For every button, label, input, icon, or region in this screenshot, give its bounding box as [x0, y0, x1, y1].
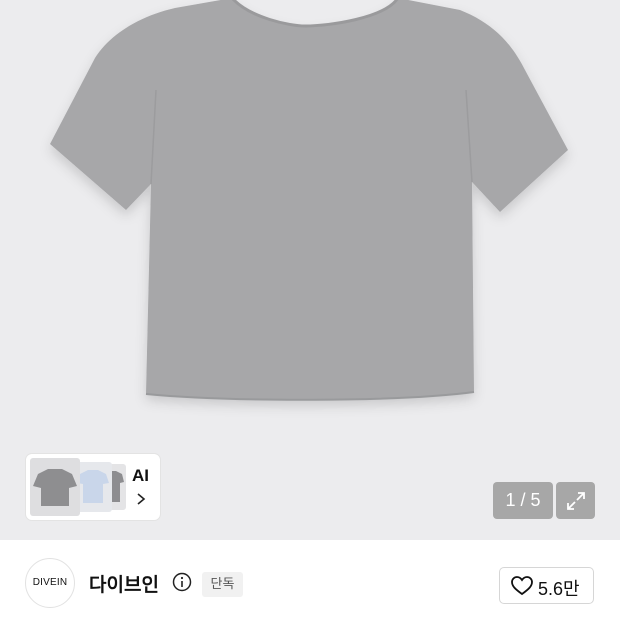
brand-logo[interactable]: DIVEIN [25, 558, 75, 608]
product-detail-screen: AI 1 / 5 DIVEIN 다이브인 단독 5.6만 [0, 0, 620, 620]
exclusive-badge: 단독 [202, 572, 243, 597]
expand-arrows-icon [567, 492, 585, 510]
like-count: 5.6만 [538, 579, 580, 599]
like-button[interactable]: 5.6만 [499, 567, 594, 604]
ai-label: AI [132, 466, 149, 485]
brand-name[interactable]: 다이브인 [89, 570, 159, 597]
expand-image-button[interactable] [556, 482, 595, 519]
info-icon[interactable] [172, 572, 192, 592]
image-pager: 1 / 5 [493, 482, 553, 519]
ai-fitting-button[interactable]: AI [26, 454, 160, 520]
product-image-gallery[interactable]: AI 1 / 5 [0, 0, 620, 540]
chevron-right-icon [137, 493, 146, 505]
heart-icon [511, 576, 533, 596]
thumbnail-gray-tshirt [30, 458, 80, 516]
